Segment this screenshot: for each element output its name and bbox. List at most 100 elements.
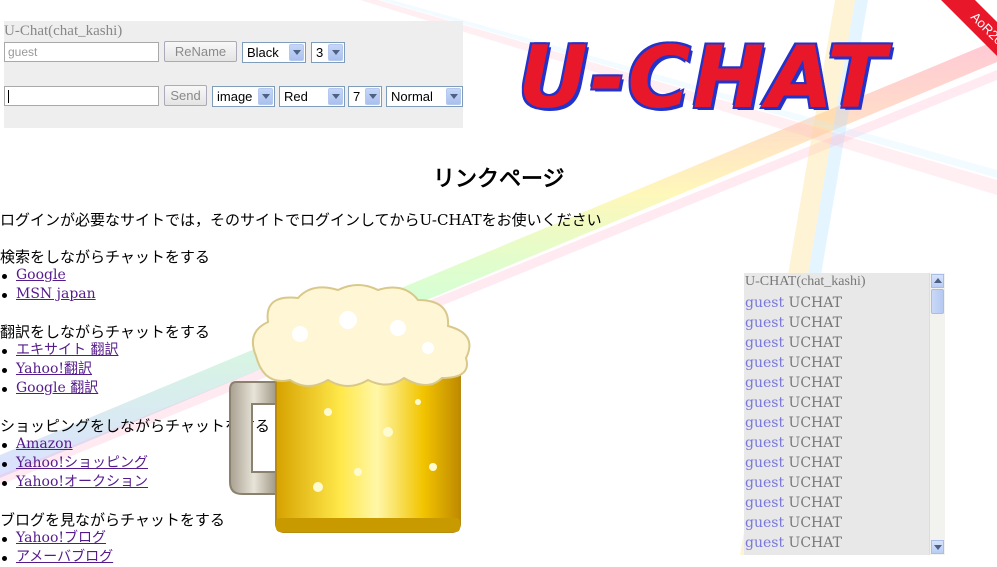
list-item: Google [0, 266, 96, 285]
link-list-search: Google MSN japan [0, 266, 96, 304]
message-color-select[interactable]: Red [279, 86, 345, 107]
chat-log-title: U-CHAT(chat_kashi) [745, 274, 866, 289]
chat-user: guest [745, 375, 785, 391]
chat-user: guest [745, 315, 785, 331]
name-size-select[interactable]: 3 [311, 42, 345, 63]
chat-message: guest UCHAT [745, 313, 842, 333]
chat-text: UCHAT [788, 295, 842, 311]
chevron-down-icon [365, 88, 380, 105]
chat-message: guest UCHAT [745, 513, 842, 533]
scroll-thumb[interactable] [931, 289, 944, 314]
chat-user: guest [745, 395, 785, 411]
panel-title: U-Chat(chat_kashi) [4, 23, 123, 39]
list-item: Amazon [0, 435, 148, 454]
chat-log[interactable]: U-CHAT(chat_kashi) guest UCHAT guest UCH… [744, 273, 945, 555]
chat-user: guest [745, 535, 785, 551]
message-size-value: 7 [353, 89, 361, 104]
link-msn-japan[interactable]: MSN japan [16, 286, 96, 302]
chat-text: UCHAT [788, 455, 842, 471]
name-color-select[interactable]: Black [242, 42, 306, 63]
message-style-value: Normal [391, 89, 433, 104]
chat-message: guest UCHAT [745, 433, 842, 453]
send-button[interactable]: Send [164, 85, 207, 106]
chevron-down-icon [328, 88, 343, 105]
link-yahoo-blog[interactable]: Yahoo!ブログ [16, 530, 106, 546]
u-chat-logo: U-CHAT [518, 28, 888, 128]
chat-message: guest UCHAT [745, 493, 842, 513]
chat-message-list: guest UCHAT guest UCHAT guest UCHAT gues… [745, 293, 842, 553]
text-caret [8, 90, 9, 103]
list-item: エキサイト 翻訳 [0, 341, 118, 360]
section-title-blog: ブログを見ながらチャットをする [0, 511, 225, 529]
chat-text: UCHAT [788, 515, 842, 531]
chat-log-scrollbar[interactable] [929, 273, 945, 555]
link-list-blog: Yahoo!ブログ アメーバブログ [0, 529, 113, 567]
chat-user: guest [745, 515, 785, 531]
chat-text: UCHAT [788, 535, 842, 551]
chevron-down-icon [289, 44, 304, 61]
message-input[interactable] [4, 86, 159, 106]
link-yahoo-translate[interactable]: Yahoo!翻訳 [16, 361, 92, 377]
corner-badge: AoR2008 [907, 0, 997, 90]
chat-message: guest UCHAT [745, 353, 842, 373]
link-amazon[interactable]: Amazon [16, 436, 73, 452]
chat-message: guest UCHAT [745, 453, 842, 473]
link-google-translate[interactable]: Google 翻訳 [16, 380, 98, 396]
message-color-value: Red [284, 89, 308, 104]
beer-mug-image [229, 284, 471, 533]
chat-message: guest UCHAT [745, 413, 842, 433]
chevron-down-icon [328, 44, 343, 61]
chat-text: UCHAT [788, 375, 842, 391]
list-item: アメーバブログ [0, 548, 113, 567]
scroll-down-icon[interactable] [931, 540, 944, 554]
list-item: Yahoo!オークション [0, 473, 148, 492]
chevron-down-icon [258, 88, 273, 105]
chat-text: UCHAT [788, 495, 842, 511]
chat-message: guest UCHAT [745, 473, 842, 493]
page-title: リンクページ [433, 167, 565, 192]
link-ameba-blog[interactable]: アメーバブログ [16, 549, 113, 565]
link-yahoo-auction[interactable]: Yahoo!オークション [16, 474, 148, 490]
chat-user: guest [745, 455, 785, 471]
message-size-select[interactable]: 7 [348, 86, 382, 107]
link-list-shopping: Amazon Yahoo!ショッピング Yahoo!オークション [0, 435, 148, 492]
corner-badge-text: AoR2008 [930, 0, 997, 90]
chat-text: UCHAT [788, 335, 842, 351]
chat-user: guest [745, 415, 785, 431]
section-title-translate: 翻訳をしながらチャットをする [0, 323, 210, 341]
chat-user: guest [745, 295, 785, 311]
name-size-value: 3 [316, 45, 324, 60]
chat-text: UCHAT [788, 355, 842, 371]
name-input[interactable]: guest [4, 42, 159, 62]
chat-user: guest [745, 435, 785, 451]
chat-message: guest UCHAT [745, 373, 842, 393]
chevron-down-icon [446, 88, 461, 105]
chat-user: guest [745, 335, 785, 351]
rename-button[interactable]: ReName [164, 41, 237, 62]
list-item: Yahoo!ブログ [0, 529, 113, 548]
chat-text: UCHAT [788, 415, 842, 431]
message-type-value: image [217, 89, 253, 104]
scroll-up-icon[interactable] [931, 274, 944, 288]
chat-message: guest UCHAT [745, 293, 842, 313]
chat-message: guest UCHAT [745, 393, 842, 413]
list-item: Yahoo!ショッピング [0, 454, 148, 473]
list-item: Google 翻訳 [0, 379, 118, 398]
chat-message: guest UCHAT [745, 333, 842, 353]
link-list-translate: エキサイト 翻訳 Yahoo!翻訳 Google 翻訳 [0, 341, 118, 398]
chat-user: guest [745, 355, 785, 371]
link-excite-translate[interactable]: エキサイト 翻訳 [16, 342, 118, 358]
message-style-select[interactable]: Normal [386, 86, 463, 107]
chat-user: guest [745, 475, 785, 491]
message-type-select[interactable]: image [212, 86, 275, 107]
chat-text: UCHAT [788, 475, 842, 491]
section-title-search: 検索をしながらチャットをする [0, 248, 210, 266]
chat-text: UCHAT [788, 395, 842, 411]
name-color-value: Black [247, 45, 279, 60]
chat-user: guest [745, 495, 785, 511]
link-google[interactable]: Google [16, 267, 66, 283]
chat-text: UCHAT [788, 435, 842, 451]
chat-control-panel: U-Chat(chat_kashi) guest ReName Black 3 … [4, 21, 463, 128]
chat-text: UCHAT [788, 315, 842, 331]
link-yahoo-shopping[interactable]: Yahoo!ショッピング [16, 455, 148, 471]
